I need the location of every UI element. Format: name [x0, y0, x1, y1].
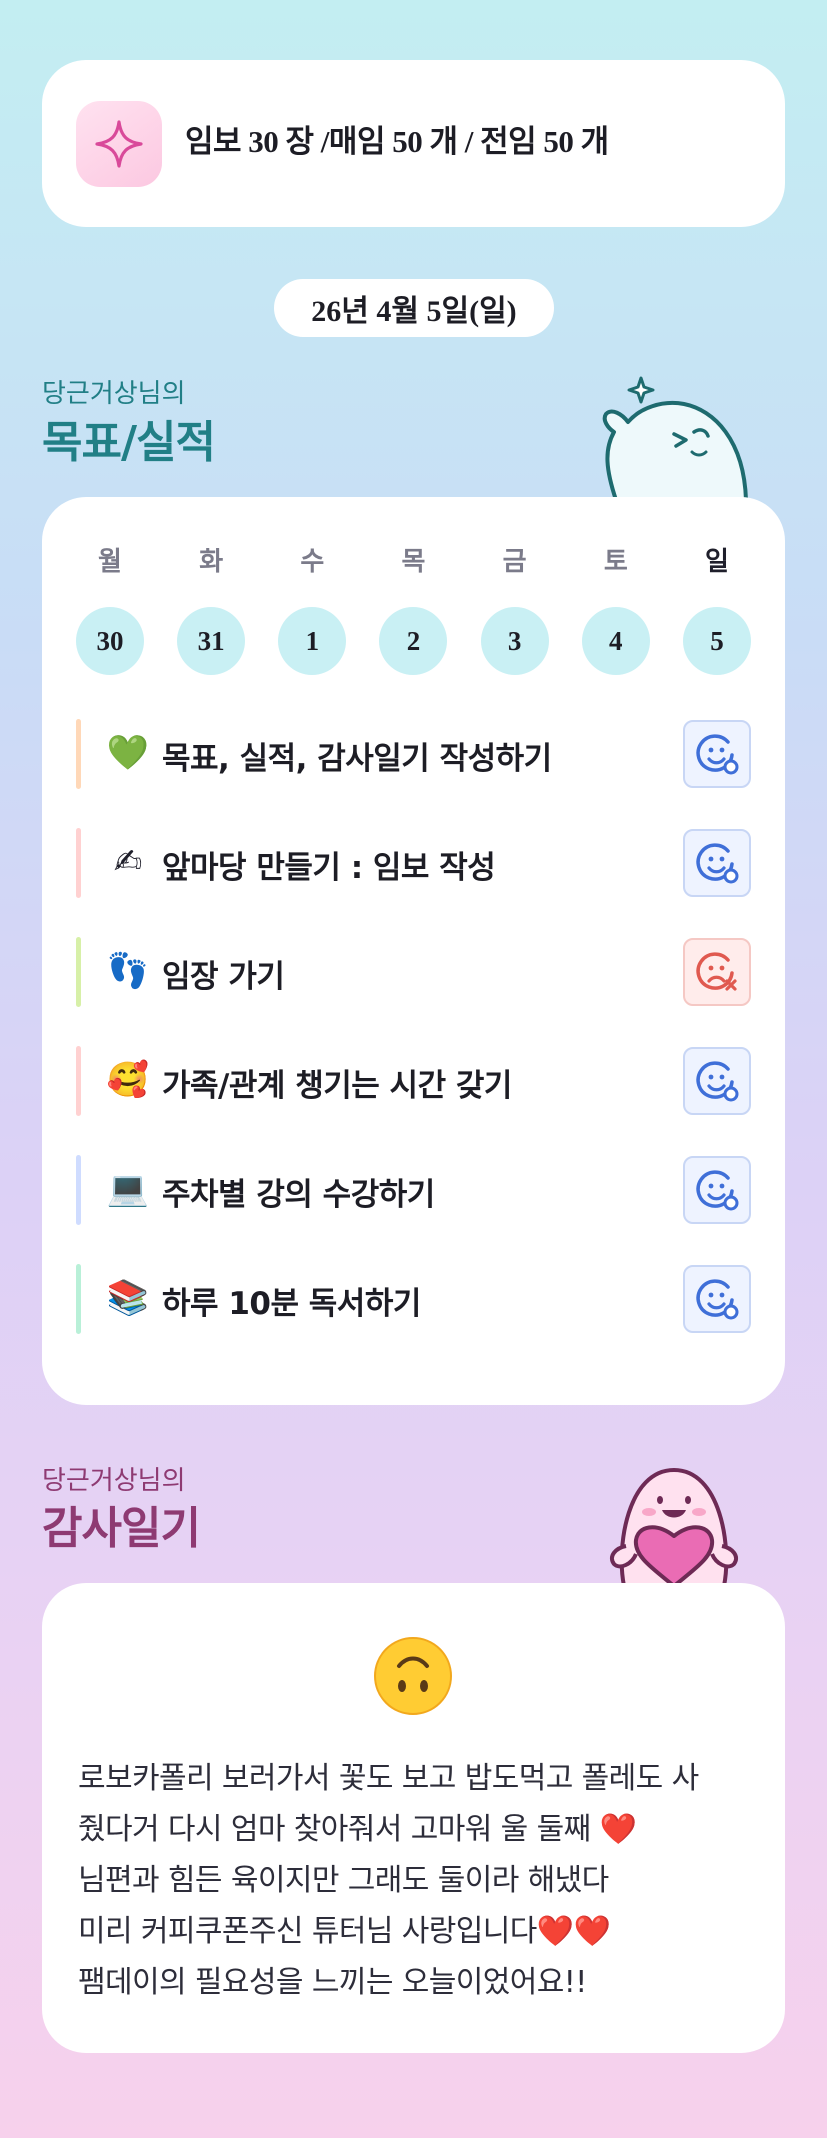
day-mon[interactable]: 월 30: [76, 545, 144, 675]
goal-summary-text: 임보 30 장 /매임 50 개 / 전임 50 개: [185, 124, 609, 159]
day-wed[interactable]: 수 1: [278, 545, 347, 675]
status-done-button[interactable]: [683, 1047, 751, 1115]
day-date[interactable]: 3: [480, 607, 549, 675]
day-sat[interactable]: 토 4: [581, 545, 650, 675]
gratitude-line: 로보카폴리 보러가서 꽃도 보고 밥도먹고 폴레도 사: [78, 1761, 699, 1796]
gratitude-line: 님편과 힘든 육이지만 그래도 둘이라 해냈다: [78, 1863, 609, 1898]
red-heart-icon: ❤️❤️: [536, 1914, 611, 1949]
day-fri[interactable]: 금 3: [480, 545, 549, 675]
day-label: 화: [199, 547, 224, 577]
gratitude-text: 로보카폴리 보러가서 꽃도 보고 밥도먹고 폴레도 사 줬다거 다시 엄마 찾아…: [78, 1753, 768, 2008]
day-label: 금: [502, 547, 527, 577]
task-accent-bar: [76, 1155, 81, 1225]
task-label: 가족/관계 챙기는 시간 갖기: [162, 1068, 512, 1104]
green-heart-icon: 💚: [106, 733, 150, 773]
status-done-button[interactable]: [683, 829, 751, 897]
day-date[interactable]: 5: [682, 607, 751, 675]
status-missed-button[interactable]: [683, 938, 751, 1006]
day-date[interactable]: 31: [177, 607, 246, 675]
task-label: 주차별 강의 수강하기: [162, 1177, 435, 1213]
gratitude-card: 로보카폴리 보러가서 꽃도 보고 밥도먹고 폴레도 사 줬다거 다시 엄마 찾아…: [42, 1583, 785, 2053]
day-tue[interactable]: 화 31: [177, 545, 246, 675]
gratitude-line: 팸데이의 필요성을 느끼는 오늘이었어요!!: [78, 1965, 587, 2000]
task-item: 👣 임장 가기: [76, 937, 751, 1007]
red-heart-icon: ❤️: [599, 1812, 637, 1847]
week-calendar: 월 30 화 31 수 1 목 2 금 3 토 4 일 5: [76, 545, 751, 675]
smile-face-icon: [696, 1170, 739, 1211]
task-accent-bar: [76, 719, 81, 789]
footprints-icon: 👣: [106, 951, 150, 991]
task-label: 목표, 실적, 감사일기 작성하기: [162, 741, 552, 777]
status-done-button[interactable]: [683, 1265, 751, 1333]
day-label: 토: [603, 547, 628, 577]
task-label: 하루 10분 독서하기: [162, 1286, 421, 1322]
gratitude-line: 줬다거 다시 엄마 찾아줘서 고마워 울 둘째 ❤️: [78, 1812, 637, 1847]
task-item: 📚 하루 10분 독서하기: [76, 1264, 751, 1334]
sad-face-icon: [696, 952, 737, 991]
goals-section-title: 목표/실적: [42, 417, 216, 468]
writing-hand-icon: ✍: [113, 842, 143, 882]
day-date[interactable]: 1: [278, 607, 347, 675]
status-done-button[interactable]: [683, 720, 751, 788]
day-date[interactable]: 2: [379, 607, 448, 675]
ghost-mascot-icon: [602, 376, 748, 500]
day-label: 월: [98, 547, 122, 577]
task-accent-bar: [76, 937, 81, 1007]
gratitude-section-title: 감사일기: [42, 1503, 201, 1554]
smiling-hearts-icon: 🥰: [106, 1060, 150, 1100]
smile-face-icon: [696, 734, 739, 775]
task-item: 💚 목표, 실적, 감사일기 작성하기: [76, 719, 751, 789]
status-done-button[interactable]: [683, 1156, 751, 1224]
task-accent-bar: [76, 828, 81, 898]
smile-face-icon: [696, 1279, 739, 1320]
goal-banner: 임보 30 장 /매임 50 개 / 전임 50 개: [42, 60, 785, 227]
sparkle-icon: [76, 101, 162, 187]
day-date[interactable]: 4: [581, 607, 650, 675]
date-pill[interactable]: 26년 4월 5일(일): [274, 279, 554, 337]
books-icon: 📚: [106, 1278, 150, 1318]
laptop-icon: 💻: [106, 1169, 150, 1209]
task-item: 🥰 가족/관계 챙기는 시간 갖기: [76, 1046, 751, 1116]
task-label: 앞마당 만들기 : 임보 작성: [162, 850, 496, 886]
goals-owner-label: 당근거상님의: [42, 379, 186, 409]
day-label: 일: [704, 547, 729, 577]
pink-heart-mascot-icon: [609, 1467, 739, 1586]
task-item: 💻 주차별 강의 수강하기: [76, 1155, 751, 1225]
day-label: 수: [300, 547, 325, 577]
day-sun[interactable]: 일 5: [682, 545, 751, 675]
task-accent-bar: [76, 1046, 81, 1116]
day-date[interactable]: 30: [76, 607, 144, 675]
task-item: ✍ 앞마당 만들기 : 임보 작성: [76, 828, 751, 898]
gratitude-line: 미리 커피쿠폰주신 튜터님 사랑입니다❤️❤️: [78, 1914, 611, 1949]
task-label: 임장 가기: [162, 959, 285, 995]
day-label: 목: [401, 547, 426, 577]
day-thu[interactable]: 목 2: [379, 545, 448, 675]
smile-face-icon: [696, 1061, 739, 1102]
goals-card: 월 30 화 31 수 1 목 2 금 3 토 4 일 5 💚 목표, 실적, …: [42, 497, 785, 1405]
smile-face-icon: [696, 843, 739, 884]
upside-down-face-icon: [374, 1637, 452, 1715]
task-accent-bar: [76, 1264, 81, 1334]
